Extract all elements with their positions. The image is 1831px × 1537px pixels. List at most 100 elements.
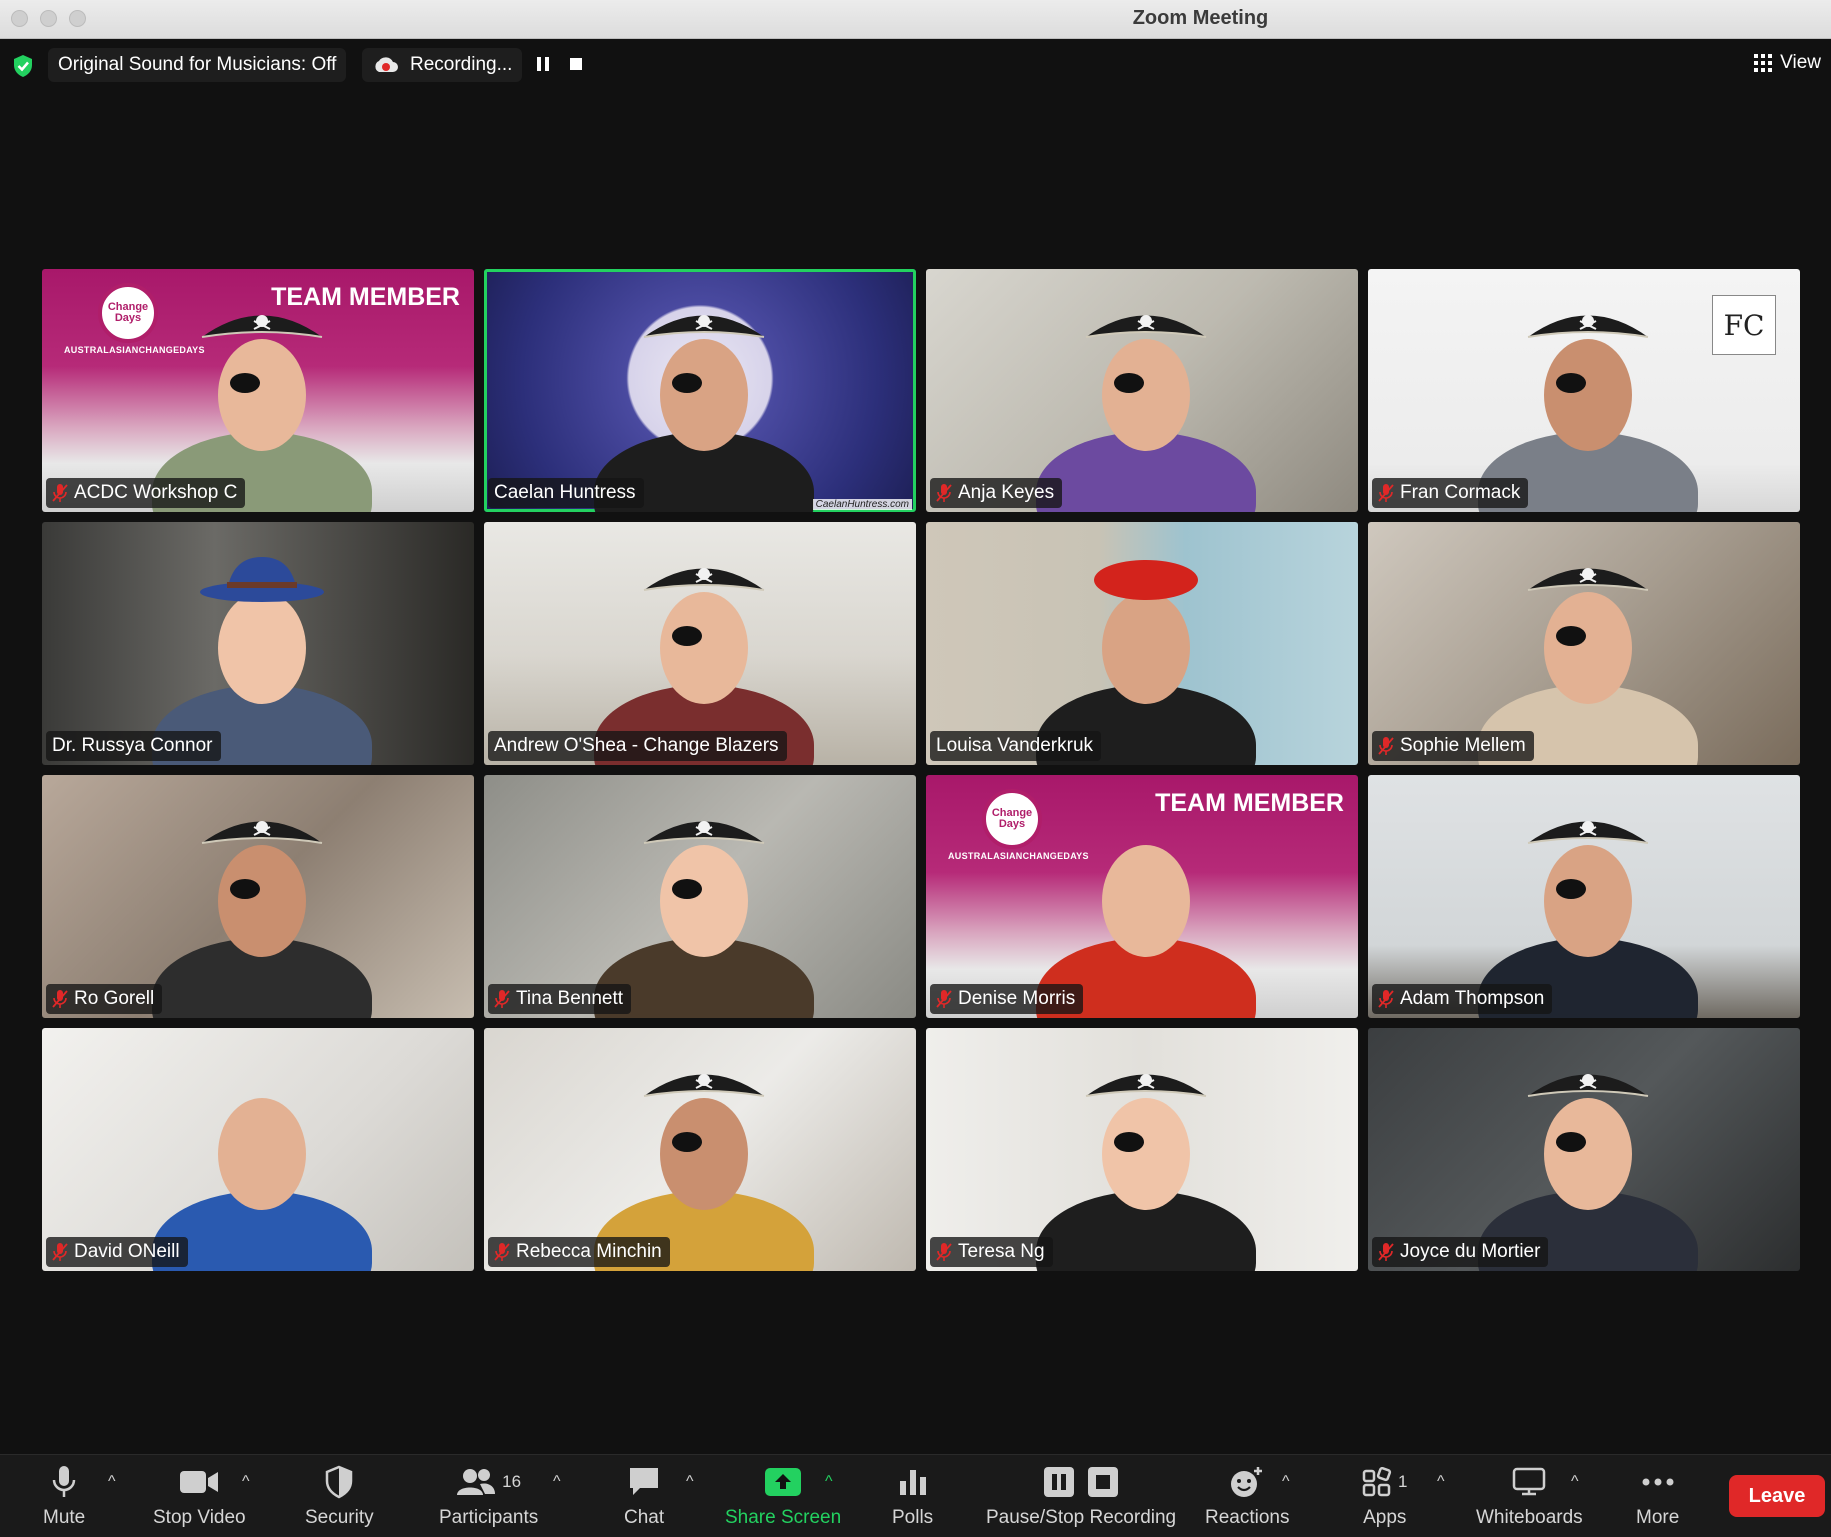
participant-video-face [660,845,748,957]
eye-patch-icon [230,373,260,393]
participant-name-tag: ACDC Workshop C [46,478,246,508]
apps-count: 1 [1398,1472,1408,1491]
participant-name: Fran Cormack [1400,482,1521,503]
more-button[interactable]: More [1636,1463,1679,1529]
participant-name-tag: Andrew O'Shea - Change Blazers [488,731,787,761]
original-sound-status[interactable]: Original Sound for Musicians: Off [48,48,347,82]
participant-tile[interactable]: Change Days AUSTRALASIANCHANGEDAYS TEAM ME… [42,269,474,512]
participant-tile[interactable]: Change Days AUSTRALASIANCHANGEDAYS TEAM ME… [926,775,1358,1018]
polls-button[interactable]: Polls [892,1463,933,1529]
whiteboard-icon [1513,1467,1546,1496]
background-watermark: CaelanHuntress.com [812,499,912,510]
grid-view-icon [1754,54,1773,72]
reactions-options-chevron-icon[interactable]: ^ [1282,1473,1290,1491]
muted-microphone-icon [1378,1243,1394,1261]
participant-tile[interactable]: Teresa Ng [926,1028,1358,1271]
share-screen-button[interactable]: Share Screen [725,1463,841,1529]
pause-recording-icon[interactable] [536,56,550,72]
participant-video-face [1544,1098,1632,1210]
apps-button[interactable]: 1 Apps [1362,1463,1407,1529]
apps-icon [1362,1467,1392,1497]
participants-button[interactable]: 16 Participants [439,1463,538,1529]
participant-name-tag: Fran Cormack [1372,478,1529,508]
stop-recording-icon[interactable] [569,56,583,72]
participant-name: Sophie Mellem [1400,735,1526,756]
share-screen-icon [765,1468,802,1496]
participant-video-face [218,845,306,957]
participant-name: Denise Morris [958,988,1076,1009]
muted-microphone-icon [936,990,952,1008]
participant-tile[interactable]: David ONeill [42,1028,474,1271]
video-options-chevron-icon[interactable]: ^ [242,1473,250,1491]
participant-name-tag: Rebecca Minchin [488,1237,670,1267]
chat-options-chevron-icon[interactable]: ^ [686,1473,694,1491]
participant-tile[interactable]: Andrew O'Shea - Change Blazers [484,522,916,765]
whiteboards-label: Whiteboards [1476,1507,1583,1528]
participant-tile[interactable]: Anja Keyes [926,269,1358,512]
security-label: Security [305,1507,374,1528]
muted-microphone-icon [494,990,510,1008]
participant-tile[interactable]: Joyce du Mortier [1368,1028,1800,1271]
pirate-hat-filter-icon [643,1074,765,1097]
participant-name-tag: Denise Morris [930,984,1084,1014]
participants-label: Participants [439,1507,539,1528]
whiteboards-options-chevron-icon[interactable]: ^ [1571,1473,1579,1491]
eye-patch-icon [1556,879,1586,899]
participant-tile[interactable]: Sophie Mellem [1368,522,1800,765]
participant-video-face [1544,592,1632,704]
pirate-hat-filter-icon [1527,568,1649,591]
whiteboards-button[interactable]: Whiteboards [1476,1463,1583,1529]
eye-patch-icon [672,879,702,899]
participant-tile[interactable]: Adam Thompson [1368,775,1800,1018]
stop-video-button[interactable]: Stop Video [153,1463,246,1529]
more-dots-icon [1642,1478,1674,1486]
participant-tile[interactable]: CaelanHuntress.com Caelan Huntress [484,269,916,512]
pause-stop-recording-button[interactable]: Pause/Stop Recording [986,1463,1176,1529]
participant-video-face [1102,592,1190,704]
cloud-recording-icon [375,57,398,72]
encryption-shield-icon[interactable] [12,54,34,78]
recording-label: Recording... [410,54,513,75]
participant-tile[interactable]: Ro Gorell [42,775,474,1018]
reactions-smiley-icon [1231,1467,1263,1497]
participant-video-face [218,1098,306,1210]
participant-name-tag: Joyce du Mortier [1372,1237,1549,1267]
share-options-chevron-icon[interactable]: ^ [825,1473,833,1491]
participant-video-face [218,339,306,451]
apps-options-chevron-icon[interactable]: ^ [1437,1473,1445,1491]
eye-patch-icon [1114,1132,1144,1152]
participant-video-face [1102,339,1190,451]
participant-video-face [660,592,748,704]
apps-label: Apps [1363,1507,1407,1528]
video-camera-icon [180,1471,219,1493]
pirate-hat-filter-icon [643,568,765,591]
security-button[interactable]: Security [305,1463,374,1529]
participant-tile[interactable]: FC Fran Cormack [1368,269,1800,512]
participant-name-tag: Adam Thompson [1372,984,1553,1014]
chat-button[interactable]: Chat [624,1463,664,1529]
participant-tile[interactable]: Louisa Vanderkruk [926,522,1358,765]
participants-options-chevron-icon[interactable]: ^ [553,1473,561,1491]
mute-button[interactable]: Mute [43,1463,85,1529]
recording-status: Recording... [362,48,523,82]
participant-tile[interactable]: Dr. Russya Connor [42,522,474,765]
eye-patch-icon [672,626,702,646]
window-titlebar: Zoom Meeting [0,0,1831,39]
participant-tile[interactable]: Rebecca Minchin [484,1028,916,1271]
view-button[interactable]: View [1754,52,1821,74]
audio-options-chevron-icon[interactable]: ^ [108,1473,116,1491]
participant-name: ACDC Workshop C [74,482,238,503]
muted-microphone-icon [52,1243,68,1261]
view-label: View [1780,52,1821,73]
pirate-hat-filter-icon [1085,315,1207,338]
participant-video-face [1544,845,1632,957]
stop-video-label: Stop Video [153,1507,246,1528]
participant-name-tag: Anja Keyes [930,478,1063,508]
reactions-button[interactable]: Reactions [1205,1463,1290,1529]
participant-video-face [660,1098,748,1210]
leave-button[interactable]: Leave [1729,1475,1825,1517]
muted-microphone-icon [936,484,952,502]
participant-tile[interactable]: Tina Bennett [484,775,916,1018]
muted-microphone-icon [494,1243,510,1261]
participant-name: Ro Gorell [74,988,155,1009]
